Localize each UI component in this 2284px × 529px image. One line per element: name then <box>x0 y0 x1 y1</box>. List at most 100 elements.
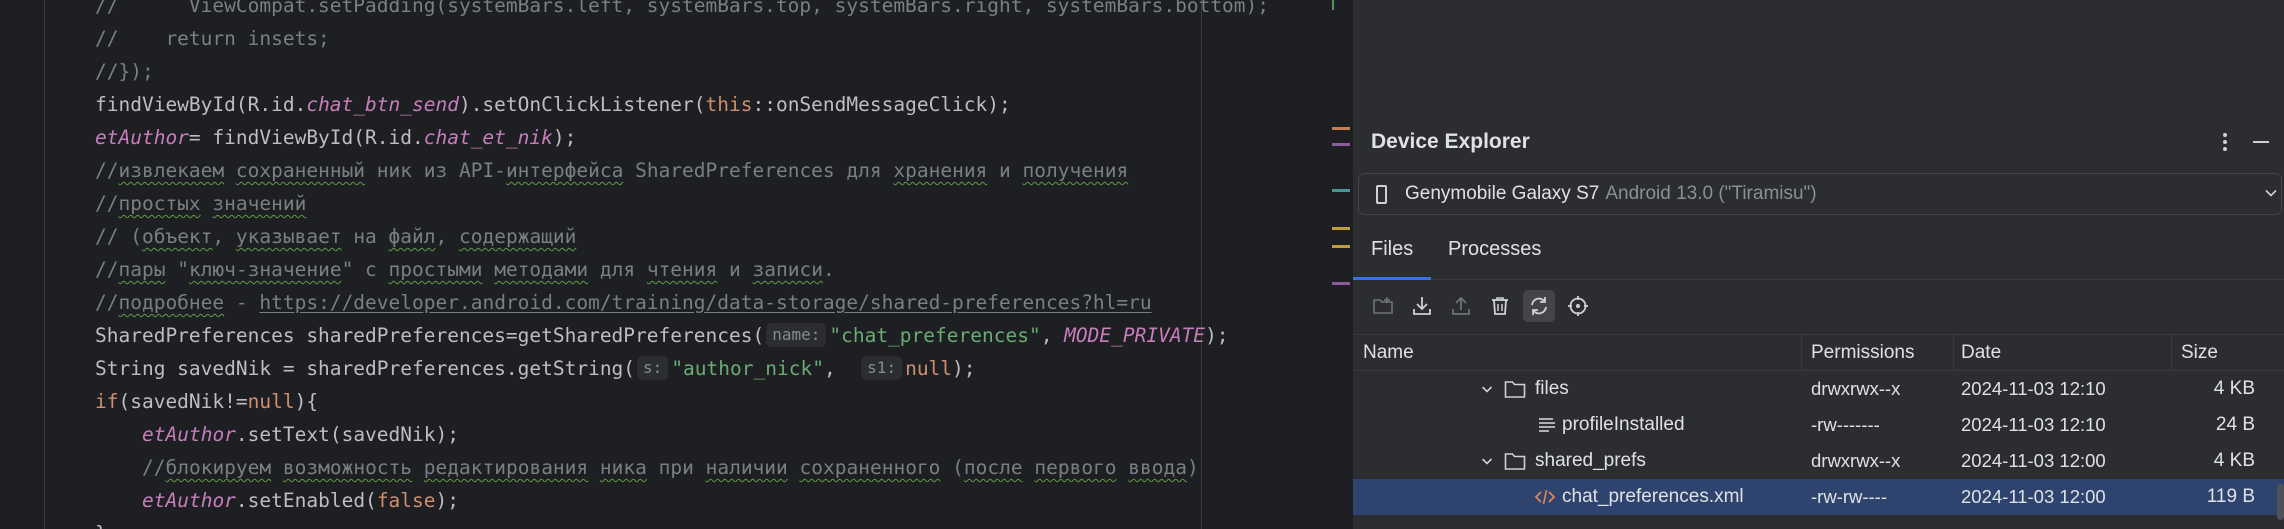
target-icon[interactable] <box>1562 290 1594 322</box>
code-token: ); <box>1205 324 1229 347</box>
chevron-down-icon[interactable] <box>1481 455 1493 467</box>
code-token: для <box>588 258 647 281</box>
code-token: ::onSendMessageClick); <box>752 93 1011 116</box>
code-token: и <box>717 258 753 281</box>
file-permissions: drwxrwx--x <box>1811 450 1901 471</box>
new-folder-icon[interactable] <box>1367 290 1399 322</box>
code-token: SharedPreferences для <box>623 159 894 182</box>
code-line: //извлекаем сохраненный ник из API-интер… <box>95 154 1128 187</box>
code-token: извлекаем <box>118 159 225 182</box>
column-header-size[interactable]: Size <box>2181 335 2218 370</box>
column-header-name[interactable]: Name <box>1363 335 1414 370</box>
code-token: .setText(savedNik); <box>235 423 459 446</box>
file-name: files <box>1535 378 1569 399</box>
code-token: простых <box>118 192 201 215</box>
more-vertical-icon[interactable] <box>2212 129 2238 155</box>
device-selector[interactable]: Genymobile Galaxy S7 Android 13.0 ("Tiram… <box>1358 173 2282 215</box>
code-token: и <box>987 159 1023 182</box>
code-token: сохраненный <box>235 159 366 182</box>
tab-bar: Files Processes <box>1353 224 2284 280</box>
indent-guide <box>44 0 45 529</box>
code-token: . <box>822 258 835 281</box>
code-line: findViewById(R.id.chat_btn_send).setOnCl… <box>95 88 1011 121</box>
code-token: // <box>95 291 119 314</box>
file-date: 2024-11-03 12:10 <box>1961 414 2106 435</box>
code-token: содержащий <box>459 225 577 248</box>
code-token: интерфейса <box>505 159 624 182</box>
tab-files[interactable]: Files <box>1371 224 1413 280</box>
table-row[interactable]: profileInstalled -rw------- 2024-11-03 1… <box>1353 407 2284 443</box>
device-os: Android 13.0 ("Tiramisu") <box>1605 183 1817 204</box>
sync-icon[interactable] <box>1523 290 1555 322</box>
file-size: 119 B <box>2206 486 2255 507</box>
chevron-down-icon[interactable] <box>1481 383 1493 395</box>
code-token: значений <box>212 192 307 215</box>
table-row[interactable]: shared_prefs drwxrwx--x 2024-11-03 12:00… <box>1353 443 2284 479</box>
column-header-permissions[interactable]: Permissions <box>1811 335 1914 370</box>
code-token: false <box>376 489 436 512</box>
code-line: etAuthor.setEnabled(false); <box>142 484 459 517</box>
delete-icon[interactable] <box>1484 290 1516 322</box>
tab-processes[interactable]: Processes <box>1448 224 1541 280</box>
code-line: etAuthor= findViewById(R.id.chat_et_nik)… <box>95 121 576 154</box>
scrollbar-thumb[interactable] <box>2277 484 2284 520</box>
code-line: //пары "ключ-значение" с простыми метода… <box>95 253 835 286</box>
tab-processes-label: Processes <box>1448 238 1542 260</box>
code-editor[interactable]: // ViewCompat.setPadding(systemBars.left… <box>0 0 1352 529</box>
code-token: "chat_preferences" <box>829 324 1041 347</box>
code-line: // ViewCompat.setPadding(systemBars.left… <box>95 0 1269 22</box>
code-line: etAuthor.setText(savedNik); <box>142 418 459 451</box>
download-icon[interactable] <box>1406 290 1438 322</box>
file-date: 2024-11-03 12:00 <box>1961 486 2106 507</box>
file-date: 2024-11-03 12:00 <box>1961 450 2106 471</box>
code-token: // <box>95 258 119 281</box>
xml-file-icon <box>1534 489 1556 505</box>
device-explorer-header: Device Explorer <box>1353 117 2284 167</box>
code-token: наличии <box>705 456 788 479</box>
code-token: SharedPreferences sharedPreferences=getS… <box>95 324 765 347</box>
column-divider[interactable] <box>2171 335 2172 370</box>
code-token: получения <box>1022 159 1129 182</box>
code-token: ник из API- <box>365 159 506 182</box>
column-divider[interactable] <box>1953 335 1954 370</box>
table-row-selected[interactable]: chat_preferences.xml -rw-rw---- 2024-11-… <box>1353 479 2284 515</box>
code-token: chat_et_nik <box>423 126 553 149</box>
upload-icon[interactable] <box>1445 290 1477 322</box>
file-name: shared_prefs <box>1535 450 1646 471</box>
column-divider[interactable] <box>1801 335 1802 370</box>
code-token: this <box>705 93 753 116</box>
code-line: //подробнее - https://developer.android.… <box>95 286 1152 319</box>
minimize-icon[interactable] <box>2248 129 2274 155</box>
code-token: " <box>165 258 189 281</box>
code-token: простыми <box>388 258 483 281</box>
code-token: ключ-значение <box>188 258 342 281</box>
file-toolbar <box>1353 284 2284 328</box>
code-line: //}); <box>95 55 154 88</box>
code-token: null <box>247 390 295 413</box>
table-row[interactable]: files drwxrwx--x 2024-11-03 12:10 4 KB <box>1353 371 2284 407</box>
code-token: ); <box>552 126 577 149</box>
code-token: объект <box>141 225 213 248</box>
code-token: " с <box>341 258 389 281</box>
parameter-hint: s1: <box>861 356 903 380</box>
code-token: https://developer.android.com/training/d… <box>259 291 1152 314</box>
file-permissions: drwxrwx--x <box>1811 378 1901 399</box>
code-token: файл <box>388 225 436 248</box>
parameter-hint: s: <box>637 356 669 380</box>
code-token: findViewById(R.id. <box>95 93 307 116</box>
code-token: , <box>823 357 860 380</box>
code-token: ){ <box>294 390 319 413</box>
table-header: Name Permissions Date Size <box>1353 334 2284 371</box>
code-line: //блокируем возможность редактирования н… <box>142 451 1199 484</box>
code-token: ( <box>940 456 964 479</box>
column-header-date[interactable]: Date <box>1961 335 2001 370</box>
code-line: SharedPreferences sharedPreferences=getS… <box>95 319 1229 352</box>
code-token: сохраненного <box>799 456 941 479</box>
file-name: profileInstalled <box>1562 414 1685 435</box>
code-token: ).setOnClickListener( <box>458 93 706 116</box>
code-line: } <box>95 517 107 529</box>
